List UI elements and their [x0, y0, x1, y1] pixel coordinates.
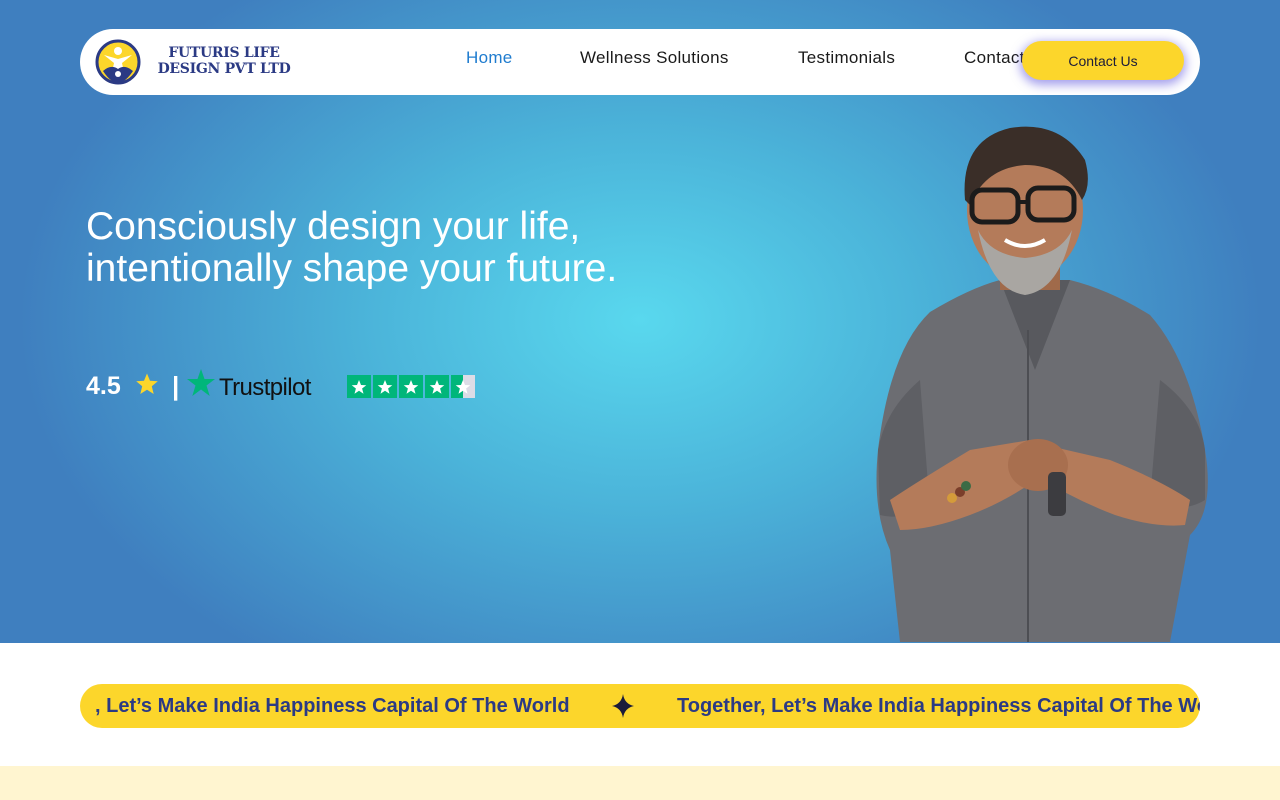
- headline-line-1: Consciously design your life,: [86, 205, 581, 248]
- nav-testimonials[interactable]: Testimonials: [798, 48, 895, 68]
- ticker-text: , Let’s Make India Happiness Capital Of …: [95, 695, 570, 717]
- star-icon: [136, 373, 158, 394]
- star-icon: [377, 379, 393, 394]
- contact-us-button[interactable]: Contact Us: [1022, 41, 1184, 80]
- brand-line-1: FUTURIS LIFE: [168, 45, 280, 61]
- trustpilot-star-box: [399, 375, 423, 398]
- star-icon: [455, 379, 471, 394]
- headline-line-2: intentionally shape your future.: [86, 247, 618, 290]
- nav-contact[interactable]: Contact: [964, 48, 1024, 68]
- futuris-logo-icon[interactable]: [95, 38, 141, 86]
- ticker-text: Together, Let’s Make India Happiness Cap…: [677, 695, 1200, 717]
- hero-section: FUTURIS LIFE DESIGN PVT LTD Home Wellnes…: [0, 0, 1280, 643]
- founder-photo: [876, 126, 1208, 642]
- trustpilot-star-icon: [187, 369, 215, 396]
- nav-home[interactable]: Home: [466, 48, 513, 68]
- star-icon: [429, 379, 445, 394]
- hero-headline: Consciously design your life, intentiona…: [86, 206, 706, 290]
- sparkle-icon: [612, 694, 634, 718]
- nav-wellness-solutions[interactable]: Wellness Solutions: [580, 48, 729, 68]
- trustpilot-star-box: [373, 375, 397, 398]
- trustpilot-stars: [347, 375, 475, 398]
- nav-contact-wrapper: Contact: [964, 29, 1024, 95]
- rating-separator: |: [172, 371, 180, 401]
- trustpilot-label[interactable]: Trustpilot: [219, 374, 311, 402]
- trustpilot-star-box: [425, 375, 449, 398]
- rating-value: 4.5: [86, 372, 121, 400]
- ticker-banner: , Let’s Make India Happiness Capital Of …: [80, 684, 1200, 728]
- trustpilot-star-box: [347, 375, 371, 398]
- brand-name[interactable]: FUTURIS LIFE DESIGN PVT LTD: [154, 45, 294, 77]
- brand-line-2: DESIGN PVT LTD: [157, 61, 291, 77]
- star-icon: [351, 379, 367, 394]
- trustpilot-star-box-half: [451, 375, 475, 398]
- star-icon: [403, 379, 419, 394]
- rating-bar: 4.5 | Trustpilot: [86, 366, 486, 406]
- next-section-band: [0, 766, 1280, 800]
- navbar: FUTURIS LIFE DESIGN PVT LTD Home Wellnes…: [80, 29, 1200, 95]
